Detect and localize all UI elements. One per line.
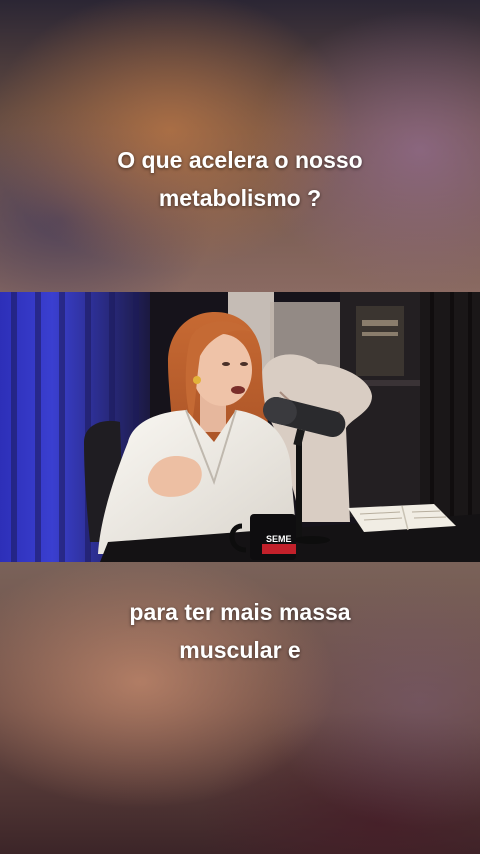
caption-top-line-2: metabolismo ? [158, 185, 322, 211]
podcast-scene: SEME [0, 292, 480, 562]
caption-top-line-1: O que acelera o nosso [117, 147, 363, 173]
mug-label: SEME [266, 534, 292, 544]
mic-stand [296, 442, 302, 540]
caption-top: O que acelera o nosso metabolismo ? [0, 141, 480, 217]
caption-bottom: para ter mais massa muscular e [0, 593, 480, 669]
caption-bottom-line-2: muscular e [179, 637, 301, 663]
book-on-shelf [356, 306, 404, 376]
caption-bottom-line-1: para ter mais massa [129, 599, 351, 625]
video-frame[interactable]: SEME [0, 292, 480, 562]
